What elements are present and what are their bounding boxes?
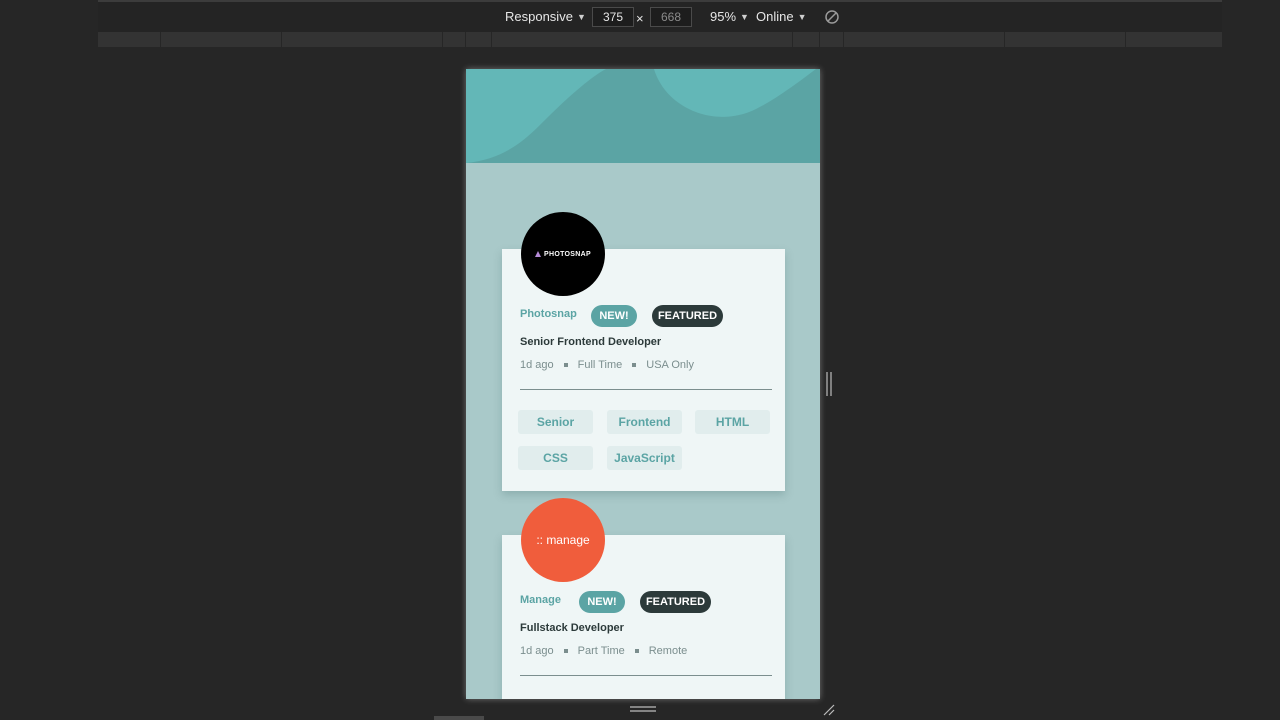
ruler-segment [843, 32, 844, 47]
dot-separator [634, 649, 639, 653]
rotate-icon[interactable] [824, 9, 840, 25]
ruler-segment [1125, 32, 1126, 47]
ruler-segment [792, 32, 793, 47]
dimension-separator: × [636, 11, 644, 26]
card-divider [520, 389, 772, 390]
ruler-segment [160, 32, 161, 47]
bottom-resize-handle[interactable] [630, 706, 656, 714]
logo-text: PHOTOSNAP [544, 250, 591, 258]
tag-senior[interactable]: Senior [518, 410, 593, 434]
width-input[interactable]: 375 [592, 7, 634, 27]
device-viewport: Photosnap NEW! FEATURED Senior Frontend … [466, 69, 820, 699]
job-position[interactable]: Fullstack Developer [520, 622, 624, 634]
company-name[interactable]: Manage [520, 594, 561, 606]
throttling-dropdown[interactable]: Online ▼ [756, 9, 807, 24]
posted-at: 1d ago [520, 359, 554, 371]
posted-at: 1d ago [520, 645, 554, 657]
throttling-label: Online [756, 9, 794, 24]
job-meta: 1d ago Part Time Remote [520, 645, 687, 657]
dot-separator [563, 649, 568, 653]
logo-text: :: manage [536, 533, 590, 547]
job-meta: 1d ago Full Time USA Only [520, 359, 694, 371]
contract-type: Full Time [577, 359, 623, 371]
dot-separator [563, 363, 568, 367]
chevron-down-icon: ▼ [740, 11, 749, 22]
device-mode-label: Responsive [505, 9, 573, 24]
chevron-down-icon: ▼ [797, 11, 807, 22]
card-divider [520, 675, 772, 676]
device-toolbar: Responsive ▼ 375 × 668 95% ▼ Online ▼ [98, 0, 1222, 32]
company-name[interactable]: Photosnap [520, 308, 577, 320]
chevron-down-icon: ▼ [576, 11, 586, 22]
contract-type: Part Time [577, 645, 625, 657]
scrollbar-thumb[interactable] [434, 716, 484, 720]
tag-css[interactable]: CSS [518, 446, 593, 470]
device-mode-dropdown[interactable]: Responsive ▼ [505, 9, 586, 24]
right-resize-handle[interactable] [826, 372, 832, 396]
featured-badge: FEATURED [652, 305, 723, 327]
zoom-dropdown[interactable]: 95% ▼ [710, 9, 749, 24]
corner-resize-icon[interactable] [822, 703, 836, 717]
tag-javascript[interactable]: JavaScript [607, 446, 682, 470]
tag-frontend[interactable]: Frontend [607, 410, 682, 434]
ruler-segment [819, 32, 820, 47]
tag-html[interactable]: HTML [695, 410, 770, 434]
zoom-label: 95% [710, 9, 737, 24]
ruler-segment [281, 32, 282, 47]
ruler-segment [465, 32, 466, 47]
job-location: USA Only [646, 359, 694, 371]
new-badge: NEW! [579, 591, 625, 613]
media-query-ruler[interactable] [98, 32, 1222, 47]
ruler-segment [491, 32, 492, 47]
height-input[interactable]: 668 [650, 7, 692, 27]
company-logo: PHOTOSNAP [521, 212, 605, 296]
photosnap-logo-icon [535, 251, 542, 257]
ruler-segment [1004, 32, 1005, 47]
ruler-segment [442, 32, 443, 47]
header-background [466, 69, 820, 163]
new-badge: NEW! [591, 305, 637, 327]
job-position[interactable]: Senior Frontend Developer [520, 336, 661, 348]
company-logo: :: manage [521, 498, 605, 582]
job-location: Remote [648, 645, 688, 657]
dot-separator [632, 363, 637, 367]
featured-badge: FEATURED [640, 591, 711, 613]
